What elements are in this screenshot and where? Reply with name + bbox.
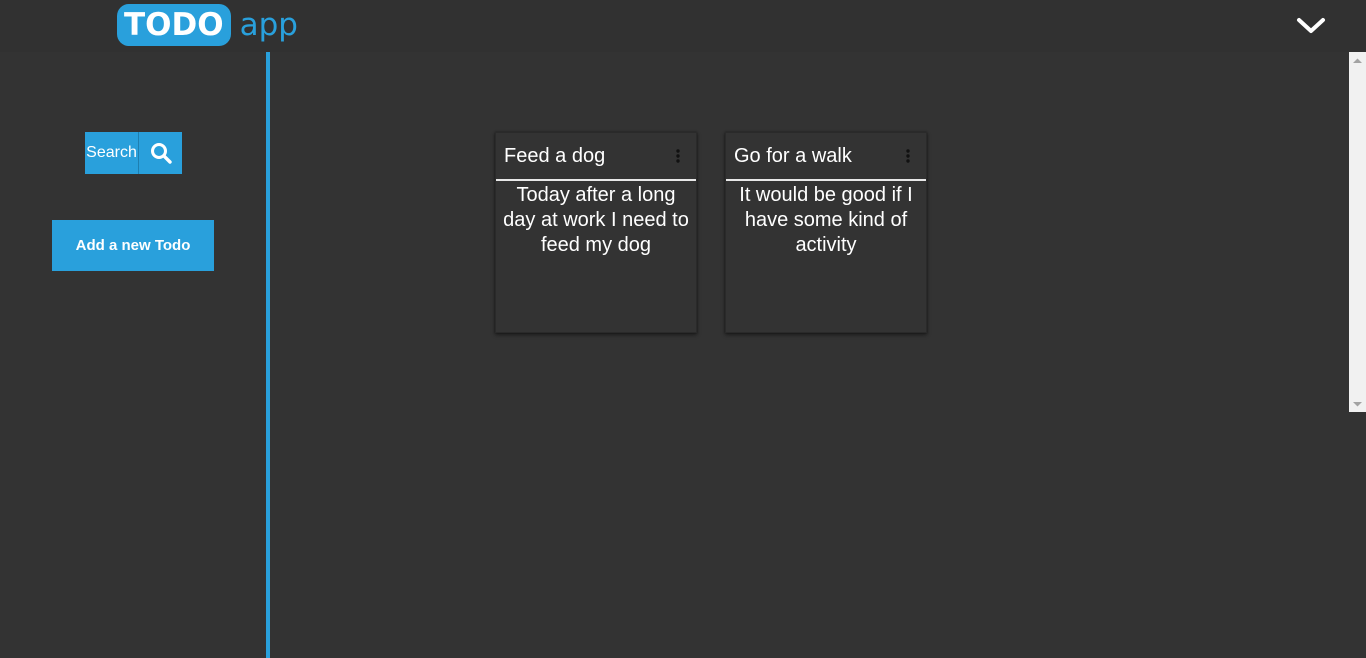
logo-badge: TODO — [117, 4, 231, 46]
search-button[interactable]: Search — [85, 132, 139, 174]
app-header: TODO app — [0, 0, 1366, 52]
todo-menu-button[interactable] — [900, 144, 916, 168]
todo-card[interactable]: Go for a walk It would be good if I have… — [725, 132, 927, 333]
todo-menu-button[interactable] — [670, 144, 686, 168]
todo-body: It would be good if I have some kind of … — [739, 184, 913, 256]
scroll-down-button[interactable] — [1349, 395, 1366, 412]
more-vertical-icon — [906, 149, 910, 163]
app-logo[interactable]: TODO app — [117, 4, 298, 46]
header-menu-toggle-button[interactable] — [1294, 12, 1328, 40]
todo-title: Go for a walk — [734, 144, 852, 167]
scroll-down-arrow-icon — [1353, 401, 1362, 406]
todo-body: Today after a long day at work I need to… — [503, 184, 689, 256]
chevron-down-icon — [1297, 18, 1325, 33]
scroll-up-arrow-icon — [1353, 58, 1362, 63]
scroll-up-button[interactable] — [1349, 52, 1366, 69]
todo-card[interactable]: Feed a dog Today after a long day at wor… — [495, 132, 697, 333]
search-icon-button[interactable] — [139, 132, 182, 174]
vertical-scrollbar[interactable] — [1349, 52, 1366, 412]
search-icon — [150, 143, 172, 164]
search-group: Search — [85, 132, 182, 174]
more-vertical-icon — [676, 149, 680, 163]
todo-title: Feed a dog — [504, 144, 606, 167]
sidebar-divider — [266, 52, 270, 658]
todo-card-header: Feed a dog — [496, 133, 696, 181]
add-todo-button[interactable]: Add a new Todo — [52, 220, 214, 271]
logo-text: app — [239, 7, 298, 43]
todo-card-header: Go for a walk — [726, 133, 926, 181]
